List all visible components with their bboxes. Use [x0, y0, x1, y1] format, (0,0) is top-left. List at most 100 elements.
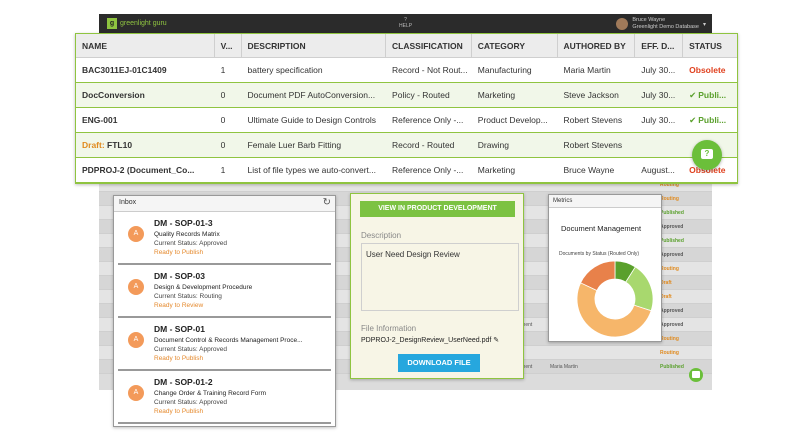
avatar: A [128, 226, 144, 242]
avatar: A [128, 385, 144, 401]
inbox-item-code: DM - SOP-01-2 [154, 377, 213, 387]
cell-status: ✔ Publi... [683, 108, 737, 132]
inbox-item[interactable]: A DM - SOP-03 Design & Development Procedu… [118, 265, 331, 318]
column-header-category[interactable]: CATEGORY [472, 34, 558, 57]
pencil-icon[interactable]: ✎ [493, 337, 499, 344]
column-header-description[interactable]: DESCRIPTION [242, 34, 387, 57]
cell-author: Steve Jackson [563, 90, 619, 100]
status-badge: Publi... [698, 90, 727, 100]
inbox-item-status: Current Status: Approved [154, 346, 227, 353]
cell-author: Maria Martin [563, 65, 611, 75]
background-status-badge: Published [660, 237, 684, 244]
draft-label: Draft: [82, 140, 105, 150]
screenshot-collage: g greenlight guru ? HELP Bruce Wayne Gree… [0, 0, 812, 434]
inbox-item-name: Document Control & Records Management Pr… [154, 337, 303, 344]
document-name[interactable]: PDPROJ-2 (Document_Co... [82, 165, 194, 175]
table-header: NAME V... DESCRIPTION CLASSIFICATION CAT… [76, 34, 737, 58]
app-topbar: g greenlight guru ? HELP Bruce Wayne Gree… [99, 14, 712, 34]
help-label: HELP [399, 23, 413, 29]
document-table: NAME V... DESCRIPTION CLASSIFICATION CAT… [75, 33, 738, 184]
check-icon: ✔ [689, 90, 697, 100]
background-status-badge: Published [660, 363, 684, 370]
cell-description: List of file types we auto-convert... [247, 165, 377, 175]
avatar: A [128, 332, 144, 348]
inbox-item-name: Quality Records Matrix [154, 231, 220, 238]
file-information-label: File Information [361, 324, 417, 333]
column-header-authored-by[interactable]: AUTHORED BY [558, 34, 636, 57]
metrics-panel: Metrics Document Management Documents by… [548, 194, 662, 342]
description-field[interactable]: User Need Design Review [361, 243, 519, 311]
cell-eff_date: July 30... [641, 90, 676, 100]
cell-description: Female Luer Barb Fitting [247, 140, 342, 150]
cell-classification: Reference Only -... [392, 115, 464, 125]
cell-eff_date: July 30... [641, 65, 676, 75]
inbox-item-action-link[interactable]: Ready to Review [154, 302, 329, 309]
cell-category: Manufacturing [477, 65, 532, 75]
column-header-classification[interactable]: CLASSIFICATION [386, 34, 472, 57]
inbox-item-code: DM - SOP-03 [154, 271, 206, 281]
help-chat-button-small[interactable] [689, 368, 703, 382]
inbox-item-action-link[interactable]: Ready to Publish [154, 249, 329, 256]
cell-name: BAC3011EJ-01C1409 [76, 58, 215, 82]
background-status-badge: Approved [660, 251, 684, 258]
background-cell-author: Maria Martin [550, 363, 578, 370]
background-status-badge: Approved [660, 223, 684, 230]
inbox-item[interactable]: A DM - SOP-01-2 Change Order & Training Re… [118, 371, 331, 424]
table-body: BAC3011EJ-01C1409 1 battery specification R… [76, 58, 737, 183]
cell-category: Marketing [477, 165, 516, 175]
cell-classification: Policy - Routed [392, 90, 450, 100]
inbox-title: Inbox [119, 199, 137, 206]
column-header-version[interactable]: V... [215, 34, 242, 57]
table-row[interactable]: BAC3011EJ-01C1409 1 battery specification R… [76, 58, 737, 83]
view-in-product-development-button[interactable]: VIEW IN PRODUCT DEVELOPMENT [360, 201, 515, 217]
cell-description: Document PDF AutoConversion... [247, 90, 376, 100]
cell-version: 0 [220, 90, 226, 100]
cell-version: 1 [220, 165, 226, 175]
background-status-badge: Routing [660, 265, 679, 272]
table-row[interactable]: ENG-001 0 Ultimate Guide to Design Control… [76, 108, 737, 133]
inbox-item-action-link[interactable]: Ready to Publish [154, 355, 329, 362]
donut-chart [576, 260, 654, 338]
cell-category: Marketing [477, 90, 516, 100]
inbox-item-name: Change Order & Training Record Form [154, 390, 266, 397]
inbox-item[interactable]: A DM - SOP-01 Document Control & Records M… [118, 318, 331, 371]
logo-text: greenlight guru [120, 20, 167, 27]
background-status-badge: Approved [660, 307, 684, 314]
cell-name: DocConversion [76, 83, 215, 107]
cell-name: ENG-001 [76, 108, 215, 132]
column-header-status[interactable]: STATUS [683, 34, 737, 57]
download-file-button[interactable]: DOWNLOAD FILE [398, 354, 480, 372]
background-status-badge: Routing [660, 335, 679, 342]
inbox-item-action-link[interactable]: Ready to Publish [154, 408, 329, 415]
chart-subtitle: Documents by Status (Routed Only) [559, 251, 640, 257]
logo-mark-icon: g [107, 18, 117, 29]
user-menu[interactable]: Bruce Wayne Greenlight Demo Database ▾ [616, 17, 706, 31]
help-chat-button[interactable]: ? [692, 140, 722, 170]
help-menu[interactable]: ? HELP [399, 17, 412, 29]
cell-eff_date [635, 133, 683, 157]
inbox-item-name: Design & Development Procedure [154, 284, 253, 291]
cell-category: Drawing [477, 140, 509, 150]
table-row[interactable]: Draft: FTL10 0 Female Luer Barb Fitting Rec… [76, 133, 737, 158]
document-name[interactable]: BAC3011EJ-01C1409 [82, 65, 167, 75]
document-name[interactable]: FTL10 [107, 140, 132, 150]
table-row[interactable]: PDPROJ-2 (Document_Co... 1 List of file ty… [76, 158, 737, 183]
document-name[interactable]: ENG-001 [82, 115, 117, 125]
inbox-item[interactable]: A DM - SOP-01-3 Quality Records Matrix Curr… [118, 212, 331, 265]
column-header-effective-date[interactable]: EFF. D... [635, 34, 684, 57]
column-header-name[interactable]: NAME [76, 34, 215, 57]
refresh-icon[interactable]: ↻ [323, 197, 331, 208]
cell-classification: Record - Routed [392, 140, 455, 150]
chat-bubble-icon [692, 371, 700, 378]
cell-author: Robert Stevens [563, 140, 623, 150]
inbox-item-status: Current Status: Approved [154, 399, 227, 406]
document-name[interactable]: DocConversion [82, 90, 145, 100]
cell-classification: Reference Only -... [392, 165, 464, 175]
avatar: A [128, 279, 144, 295]
table-row[interactable]: DocConversion 0 Document PDF AutoConversio… [76, 83, 737, 108]
file-name[interactable]: PDPROJ-2_DesignReview_UserNeed.pdf ✎ [361, 336, 499, 344]
description-label: Description [361, 231, 402, 240]
app-logo[interactable]: g greenlight guru [107, 18, 167, 29]
cell-eff_date: August... [641, 165, 675, 175]
cell-category: Product Develop... [477, 115, 548, 125]
